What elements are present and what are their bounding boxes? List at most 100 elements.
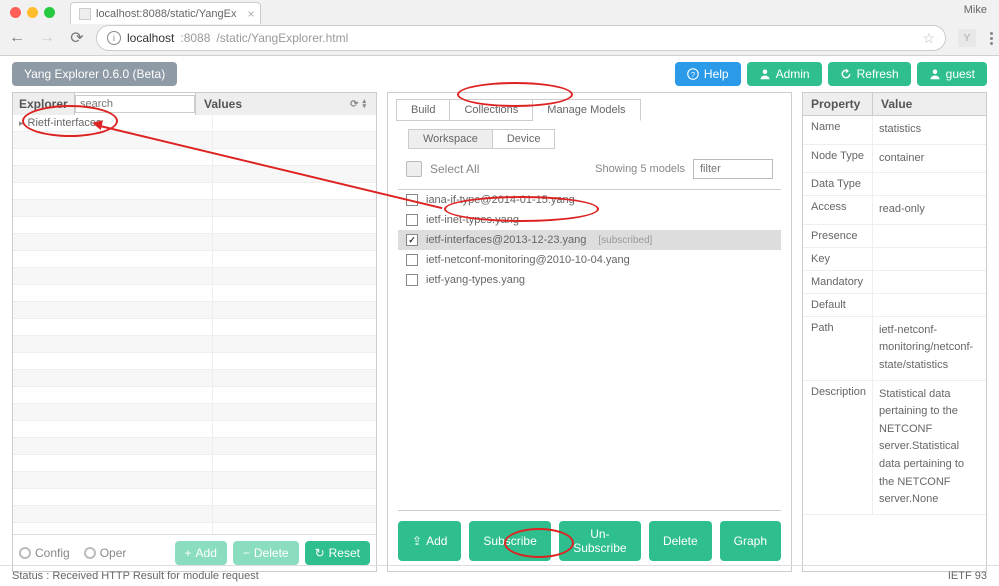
property-value: read-only (873, 196, 986, 224)
subscribe-button[interactable]: Subscribe (469, 521, 550, 561)
content: Explorer Values ⟳ ▴▾ ▸Rietf-interfaces C… (0, 92, 999, 572)
model-row[interactable]: ietf-inet-types.yang (398, 210, 781, 230)
showing-count: Showing 5 models (595, 163, 685, 175)
help-button[interactable]: ? Help (675, 62, 741, 86)
status-right: IETF 93 (948, 570, 987, 582)
add-model-button[interactable]: ⇪Add (398, 521, 461, 561)
tree-item-ietf-interfaces[interactable]: ▸Rietf-interfaces (13, 115, 213, 131)
oper-radio[interactable]: Oper (84, 546, 127, 560)
reset-label: Reset (329, 546, 360, 560)
model-row[interactable]: iana-if-type@2014-01-15.yang (398, 190, 781, 210)
explorer-row (13, 183, 376, 200)
explorer-row (13, 421, 376, 438)
checkbox-icon[interactable] (406, 194, 418, 206)
add-model-label: Add (426, 534, 447, 548)
admin-icon (759, 68, 771, 80)
property-key: Data Type (803, 173, 873, 195)
model-name: ietf-yang-types.yang (426, 274, 525, 286)
explorer-row (13, 285, 376, 302)
checkbox-icon[interactable] (406, 161, 422, 177)
explorer-row (13, 353, 376, 370)
delete-button[interactable]: −Delete (233, 541, 299, 565)
properties-panel: Property Value NamestatisticsNode Typeco… (802, 92, 987, 572)
explorer-row (13, 268, 376, 285)
window-controls (10, 7, 55, 18)
explorer-body: ▸Rietf-interfaces (13, 115, 376, 534)
checkbox-icon[interactable] (406, 234, 418, 246)
tab-manage-models[interactable]: Manage Models (533, 99, 640, 121)
tabs-level1: Build Collections Manage Models (396, 99, 783, 121)
checkbox-icon[interactable] (406, 254, 418, 266)
tab-workspace[interactable]: Workspace (408, 129, 493, 149)
subscribe-label: Subscribe (483, 534, 536, 548)
model-row[interactable]: ietf-yang-types.yang (398, 270, 781, 290)
svg-text:?: ? (691, 70, 695, 79)
property-row: DescriptionStatistical data pertaining t… (803, 381, 986, 515)
select-all[interactable]: Select All (406, 161, 479, 177)
address-bar[interactable]: i localhost:8088/static/YangExplorer.htm… (96, 25, 946, 51)
explorer-row (13, 302, 376, 319)
profile-name[interactable]: Mike (964, 4, 987, 16)
page-icon (79, 8, 91, 20)
reload-button[interactable]: ⟳ (66, 27, 88, 49)
mode-radiogroup: Config Oper (19, 546, 126, 560)
search-input[interactable] (75, 95, 195, 113)
menu-icon[interactable] (990, 32, 993, 45)
config-label: Config (35, 546, 70, 560)
tab-collections[interactable]: Collections (450, 99, 533, 121)
browser-tab[interactable]: localhost:8088/static/YangEx × (70, 2, 261, 24)
minimize-window-icon[interactable] (27, 7, 38, 18)
unsubscribe-button[interactable]: Un-Subscribe (559, 521, 641, 561)
property-row: Presence (803, 225, 986, 248)
admin-button[interactable]: Admin (747, 62, 822, 86)
checkbox-icon[interactable] (406, 214, 418, 226)
close-window-icon[interactable] (10, 7, 21, 18)
refresh-label: Refresh (857, 67, 899, 81)
property-value (873, 248, 986, 270)
property-key: Node Type (803, 145, 873, 173)
unsubscribe-label: Un-Subscribe (573, 527, 627, 555)
models-panel: Build Collections Manage Models Workspac… (387, 92, 792, 572)
reset-icon: ↻ (315, 546, 325, 560)
guest-button[interactable]: guest (917, 62, 987, 86)
explorer-row (13, 523, 376, 534)
explorer-row (13, 251, 376, 268)
maximize-window-icon[interactable] (44, 7, 55, 18)
values-title: Values (204, 97, 242, 111)
models-footer: ⇪Add Subscribe Un-Subscribe Delete Graph (388, 511, 791, 571)
caret-icon: ▸ (19, 118, 24, 129)
back-button[interactable]: ← (6, 27, 28, 49)
bookmark-star-icon[interactable]: ☆ (922, 30, 935, 47)
model-row[interactable]: ietf-netconf-monitoring@2010-10-04.yang (398, 250, 781, 270)
tab-build[interactable]: Build (396, 99, 450, 121)
reset-button[interactable]: ↻ Reset (305, 541, 370, 565)
config-radio[interactable]: Config (19, 546, 70, 560)
model-row[interactable]: ietf-interfaces@2013-12-23.yang[subscrib… (398, 230, 781, 250)
explorer-row (13, 506, 376, 523)
property-row: Default (803, 294, 986, 317)
guest-label: guest (946, 67, 975, 81)
explorer-header: Explorer Values ⟳ ▴▾ (13, 93, 376, 115)
site-info-icon[interactable]: i (107, 31, 121, 45)
filter-input[interactable] (693, 159, 773, 179)
models-list: iana-if-type@2014-01-15.yang ietf-inet-ty… (398, 189, 781, 511)
explorer-row: ▸Rietf-interfaces (13, 115, 376, 132)
select-all-label: Select All (430, 162, 479, 176)
explorer-row (13, 438, 376, 455)
refresh-small-icon[interactable]: ⟳ (350, 99, 358, 110)
subscribed-badge: [subscribed] (598, 235, 652, 246)
refresh-icon (840, 68, 852, 80)
tab-device[interactable]: Device (493, 129, 556, 149)
tab-close-icon[interactable]: × (247, 7, 254, 21)
add-button[interactable]: +Add (175, 541, 227, 565)
refresh-button[interactable]: Refresh (828, 62, 911, 86)
explorer-row (13, 472, 376, 489)
sort-icon[interactable]: ▴▾ (362, 99, 366, 109)
explorer-search (75, 95, 195, 113)
checkbox-icon[interactable] (406, 274, 418, 286)
model-name: iana-if-type@2014-01-15.yang (426, 194, 575, 206)
extension-icon[interactable]: Y (958, 29, 976, 47)
graph-button[interactable]: Graph (720, 521, 781, 561)
delete-model-button[interactable]: Delete (649, 521, 712, 561)
model-name: ietf-netconf-monitoring@2010-10-04.yang (426, 254, 630, 266)
